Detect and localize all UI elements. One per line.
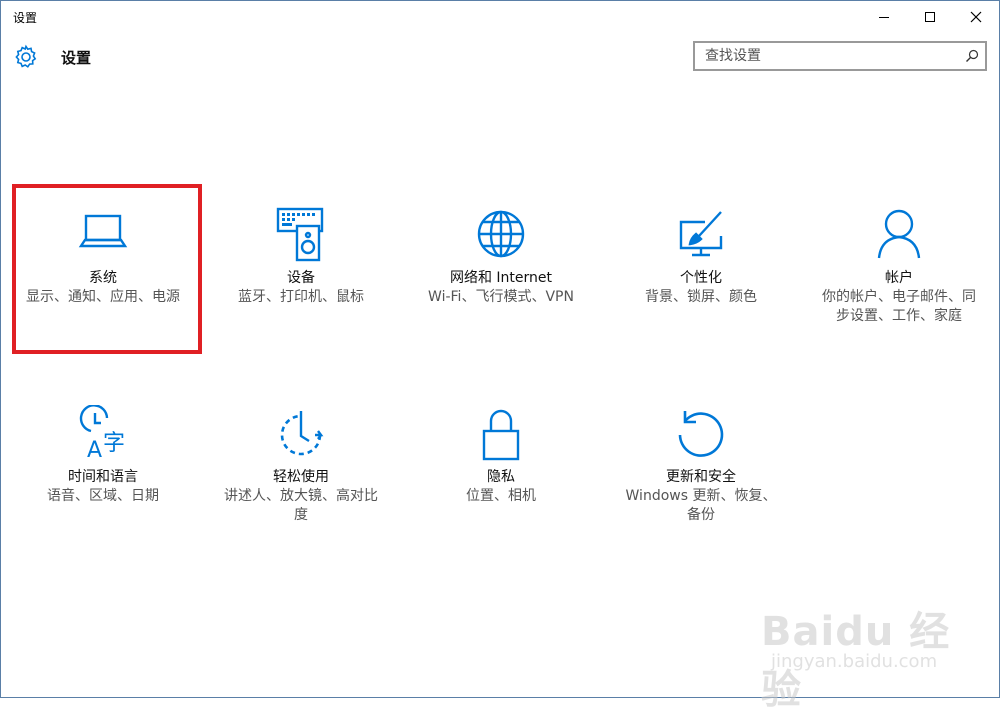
window-title: 设置 <box>13 11 38 25</box>
tile-description: 讲述人、放大镜、高对比度 <box>224 488 378 523</box>
tile-description: 背景、锁屏、颜色 <box>645 289 757 305</box>
tile-privacy[interactable]: 隐私 位置、相机 <box>401 405 601 506</box>
minimize-button[interactable] <box>861 1 907 33</box>
tile-description: 你的帐户、电子邮件、同步设置、工作、家庭 <box>822 289 976 324</box>
page-title: 设置 <box>61 49 92 67</box>
search-box[interactable] <box>693 41 987 71</box>
settings-window: 设置 设置 系统 显示、通知、应用、电源 <box>0 0 1000 713</box>
tile-title: 帐户 <box>885 270 913 286</box>
maximize-icon <box>925 12 935 22</box>
tile-description: 语音、区域、日期 <box>47 488 159 504</box>
search-input[interactable] <box>701 46 959 66</box>
tile-title: 系统 <box>89 270 117 286</box>
tile-title: 轻松使用 <box>273 469 329 485</box>
ease-of-access-icon <box>280 411 324 456</box>
tile-title: 隐私 <box>487 469 515 485</box>
tile-description: Windows 更新、恢复、备份 <box>625 488 777 523</box>
tile-personalization[interactable]: 个性化 背景、锁屏、颜色 <box>601 206 801 307</box>
gear-icon <box>15 44 37 68</box>
tile-title: 时间和语言 <box>68 469 138 485</box>
tile-description: 显示、通知、应用、电源 <box>26 289 180 305</box>
tile-title: 设备 <box>287 270 315 286</box>
tile-devices[interactable]: 设备 蓝牙、打印机、鼠标 <box>201 206 401 307</box>
tile-title: 网络和 Internet <box>449 270 553 286</box>
tile-title: 更新和安全 <box>666 469 736 485</box>
baidu-watermark: Baidu 经验 jingyan.baidu.com <box>761 589 961 713</box>
lock-icon <box>482 409 520 461</box>
svg-text:A: A <box>87 438 102 463</box>
person-icon <box>877 209 921 259</box>
tile-description: 位置、相机 <box>466 488 536 504</box>
tile-accounts[interactable]: 帐户 你的帐户、电子邮件、同步设置、工作、家庭 <box>799 206 999 326</box>
tile-update-security[interactable]: 更新和安全 Windows 更新、恢复、备份 <box>601 405 801 525</box>
keyboard-speaker-icon <box>276 207 324 262</box>
maximize-button[interactable] <box>907 1 953 33</box>
tile-network[interactable]: 网络和 Internet Wi-Fi、飞行模式、VPN <box>401 206 601 307</box>
tile-title: 个性化 <box>680 270 722 286</box>
tile-time-language[interactable]: A 字 时间和语言 语音、区域、日期 <box>3 405 203 506</box>
refresh-icon <box>678 411 724 457</box>
minimize-icon <box>879 17 889 18</box>
close-icon <box>970 11 982 23</box>
tile-system[interactable]: 系统 显示、通知、应用、电源 <box>3 206 203 307</box>
globe-icon <box>477 210 525 258</box>
tile-description: Wi-Fi、飞行模式、VPN <box>428 289 574 305</box>
laptop-icon <box>78 214 128 248</box>
close-button[interactable] <box>953 1 999 33</box>
tile-ease-of-access[interactable]: 轻松使用 讲述人、放大镜、高对比度 <box>201 405 401 525</box>
tile-description: 蓝牙、打印机、鼠标 <box>238 289 364 305</box>
clock-language-icon: A 字 <box>79 405 125 463</box>
svg-text:字: 字 <box>103 431 125 456</box>
search-icon[interactable] <box>965 49 979 63</box>
paint-monitor-icon <box>679 211 723 257</box>
watermark-url: jingyan.baidu.com <box>771 651 938 672</box>
